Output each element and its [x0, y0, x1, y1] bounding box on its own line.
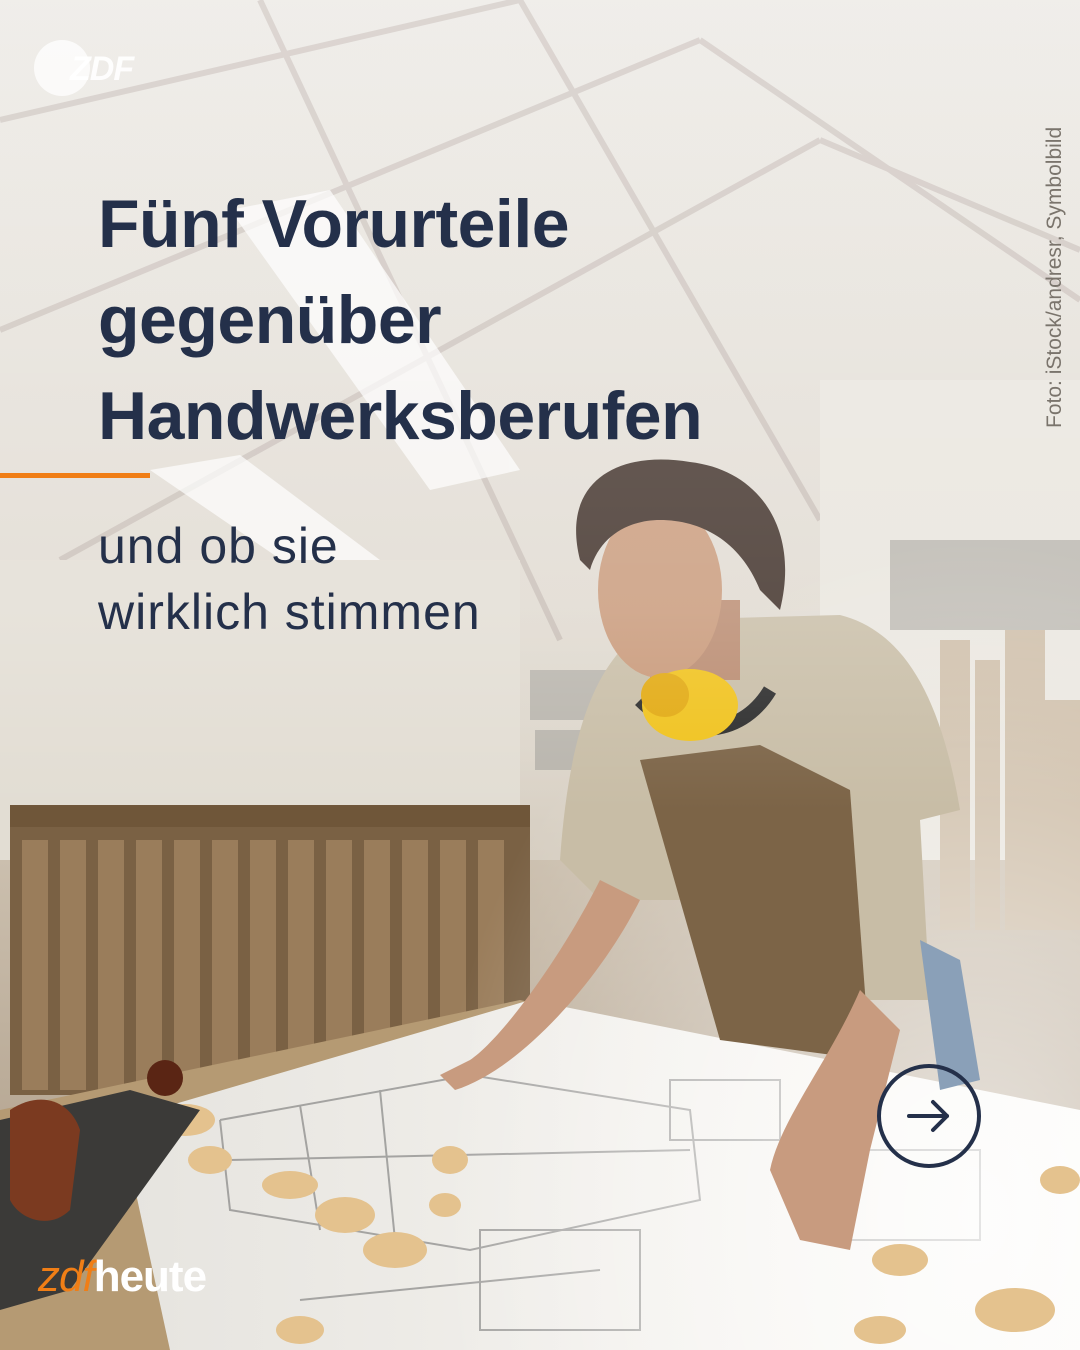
zdfheute-brand-logo: zdfheute	[38, 1252, 207, 1302]
brand-heute: heute	[93, 1252, 207, 1301]
zdf-logo-text: ZDF	[70, 50, 134, 88]
headline-title: Fünf Vorurteile gegenüber Handwerksberuf…	[98, 176, 858, 464]
title-line: gegenüber	[98, 282, 442, 358]
zdf-logo-icon: ZDF	[34, 38, 144, 98]
photo-credit: Foto: iStock/andresr, Symbolbild	[1043, 126, 1066, 428]
title-line: Fünf Vorurteile	[98, 186, 570, 262]
brand-zdf: zdf	[38, 1252, 95, 1301]
accent-divider	[0, 473, 150, 478]
headline-subtitle: und ob sie wirklich stimmen	[98, 513, 698, 645]
arrow-right-circle-icon	[907, 1100, 949, 1132]
next-slide-button[interactable]	[877, 1064, 981, 1168]
subtitle-line: wirklich stimmen	[98, 584, 481, 640]
subtitle-line: und ob sie	[98, 518, 339, 574]
title-line: Handwerksberufen	[98, 378, 703, 454]
social-card: ZDF Foto: iStock/andresr, Symbolbild Fün…	[0, 0, 1080, 1350]
